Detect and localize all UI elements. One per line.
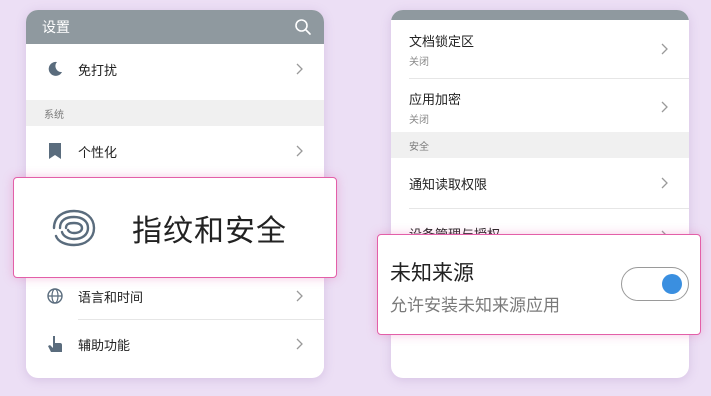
chevron-right-icon	[657, 176, 671, 190]
unknown-sources-subtitle: 允许安装未知来源应用	[390, 296, 560, 316]
list-item-app-encrypt[interactable]: 应用加密 关闭	[391, 79, 689, 135]
app-encrypt-status: 关闭	[409, 114, 429, 126]
globe-icon	[44, 285, 66, 307]
page-title: 设置	[42, 20, 70, 36]
bookmark-icon	[44, 140, 66, 162]
hand-pointer-icon	[44, 333, 66, 355]
list-item-notification-access[interactable]: 通知读取权限	[391, 158, 689, 208]
list-item-accessibility[interactable]: 辅助功能	[26, 320, 324, 368]
moon-icon	[44, 58, 66, 80]
section-header-system: 系统	[26, 100, 324, 126]
section-label: 安全	[409, 141, 429, 153]
chevron-right-icon	[292, 62, 306, 76]
chevron-right-icon	[292, 144, 306, 158]
titlebar: 设置	[26, 10, 324, 44]
unknown-sources-highlight: 未知来源 允许安装未知来源应用	[377, 234, 701, 335]
accessibility-label: 辅助功能	[78, 338, 131, 354]
doc-lock-title: 文档锁定区	[409, 34, 475, 50]
chevron-right-icon	[657, 100, 671, 114]
personalize-label: 个性化	[78, 145, 118, 161]
list-item-dnd[interactable]: 免打扰	[26, 44, 324, 94]
fingerprint-icon	[48, 208, 98, 248]
toggle-knob	[662, 274, 682, 294]
fingerprint-security-label: 指纹和安全	[132, 213, 287, 249]
doc-lock-status: 关闭	[409, 56, 429, 68]
language-time-label: 语言和时间	[78, 290, 144, 306]
list-item-personalize[interactable]: 个性化	[26, 126, 324, 176]
titlebar-strip	[391, 10, 689, 20]
chevron-right-icon	[292, 337, 306, 351]
chevron-right-icon	[657, 42, 671, 56]
search-icon[interactable]	[294, 18, 312, 36]
notification-access-label: 通知读取权限	[409, 177, 488, 193]
section-header-security: 安全	[391, 132, 689, 158]
dnd-label: 免打扰	[78, 63, 118, 79]
unknown-sources-toggle[interactable]	[621, 267, 689, 301]
list-item-language-time[interactable]: 语言和时间	[26, 272, 324, 320]
fingerprint-security-highlight[interactable]: 指纹和安全	[13, 177, 337, 278]
chevron-right-icon	[292, 289, 306, 303]
list-item-doc-lock[interactable]: 文档锁定区 关闭	[391, 20, 689, 78]
section-label: 系统	[44, 109, 64, 121]
app-encrypt-title: 应用加密	[409, 92, 462, 108]
unknown-sources-title: 未知来源	[390, 261, 474, 285]
